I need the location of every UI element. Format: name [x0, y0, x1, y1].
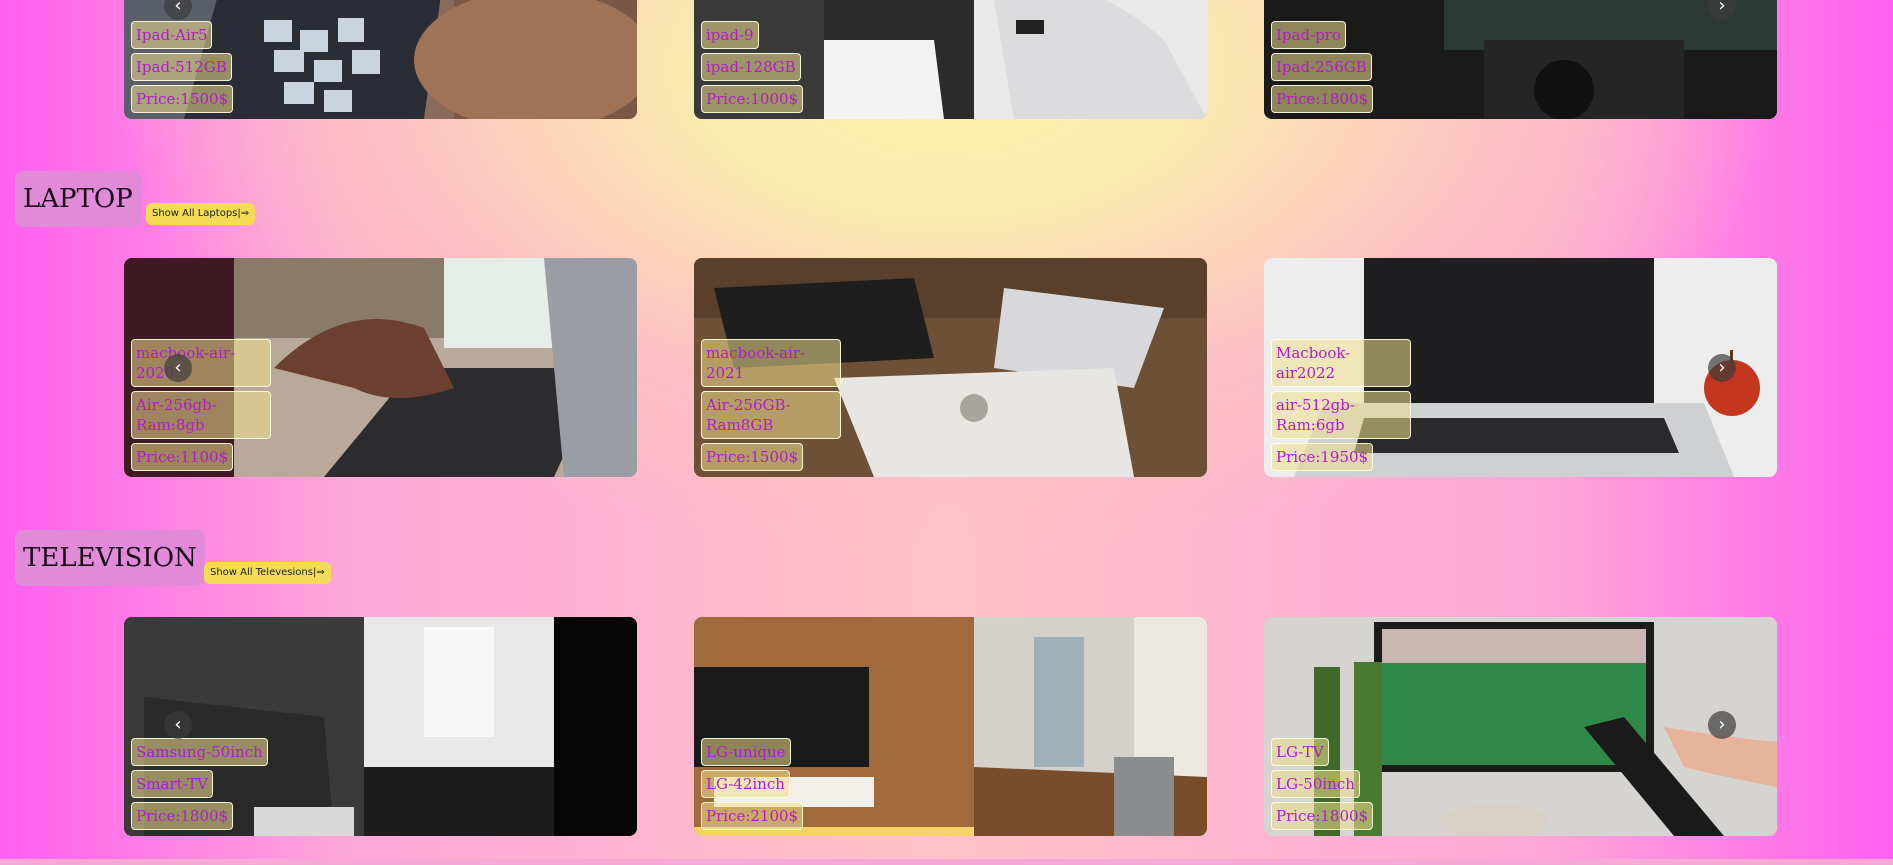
product-name: Samsung-50inch — [131, 738, 268, 766]
product-name: ipad-9 — [701, 21, 759, 49]
product-spec: Smart-TV — [131, 770, 214, 798]
product-card-macbook-air2022[interactable]: Macbook-air2022 air-512gb-Ram:6gb Price:… — [1264, 258, 1777, 477]
tablet-section: Ipad-Air5 Ipad-512GB Price:1500$ ‹ ipad-… — [0, 0, 1893, 120]
product-price: Price:1800$ — [1271, 85, 1374, 113]
product-card-ipad-9[interactable]: ipad-9 ipad-128GB Price:1000$ — [694, 0, 1207, 119]
show-all-televisions-button[interactable]: Show All Televesions|⇒ — [204, 562, 331, 584]
chevron-left-icon[interactable]: ‹ — [164, 354, 192, 382]
chevron-right-icon[interactable]: › — [1708, 711, 1736, 739]
product-price: Price:2100$ — [701, 802, 804, 830]
footer-edge — [0, 859, 1893, 865]
product-card-lg-unique[interactable]: LG-unique LG-42inch Price:2100$ — [694, 617, 1207, 836]
product-price: Price:1800$ — [131, 802, 234, 830]
section-title-laptop: LAPTOP — [15, 171, 141, 227]
chevron-right-icon[interactable]: › — [1708, 354, 1736, 382]
product-price: Price:1800$ — [1271, 802, 1374, 830]
product-spec: ipad-128GB — [701, 53, 801, 81]
section-title-television: TELEVISION — [15, 530, 205, 586]
product-card-macbook-air-2020[interactable]: macbook-air-2020 Air-256gb-Ram:8gb Price… — [124, 258, 637, 477]
product-card-lg-tv[interactable]: LG-TV LG-50inch Price:1800$ › — [1264, 617, 1777, 836]
product-spec: Ipad-256GB — [1271, 53, 1372, 81]
product-spec: LG-42inch — [701, 770, 790, 798]
product-spec: Air-256gb-Ram:8gb — [131, 391, 271, 439]
product-spec: Air-256GB-Ram8GB — [701, 391, 841, 439]
product-spec: LG-50inch — [1271, 770, 1360, 798]
product-card-ipad-pro[interactable]: Ipad-pro Ipad-256GB Price:1800$ › — [1264, 0, 1777, 119]
product-card-samsung-50inch[interactable]: Samsung-50inch Smart-TV Price:1800$ ‹ — [124, 617, 637, 836]
product-price: Price:1000$ — [701, 85, 804, 113]
product-card-ipad-air5[interactable]: Ipad-Air5 Ipad-512GB Price:1500$ ‹ — [124, 0, 637, 119]
product-name: macbook-air-2021 — [701, 339, 841, 387]
product-spec: air-512gb-Ram:6gb — [1271, 391, 1411, 439]
product-name: Ipad-Air5 — [131, 21, 213, 49]
product-card-macbook-air-2021[interactable]: macbook-air-2021 Air-256GB-Ram8GB Price:… — [694, 258, 1207, 477]
chevron-left-icon[interactable]: ‹ — [164, 711, 192, 739]
product-price: Price:1950$ — [1271, 443, 1374, 471]
product-price: Price:1500$ — [701, 443, 804, 471]
product-name: LG-TV — [1271, 738, 1329, 766]
product-price: Price:1500$ — [131, 85, 234, 113]
product-price: Price:1100$ — [131, 443, 234, 471]
product-spec: Ipad-512GB — [131, 53, 232, 81]
show-all-laptops-button[interactable]: Show All Laptops|⇒ — [146, 203, 256, 225]
product-name: Ipad-pro — [1271, 21, 1346, 49]
product-name: macbook-air-2020 — [131, 339, 271, 387]
product-name: Macbook-air2022 — [1271, 339, 1411, 387]
product-name: LG-unique — [701, 738, 791, 766]
